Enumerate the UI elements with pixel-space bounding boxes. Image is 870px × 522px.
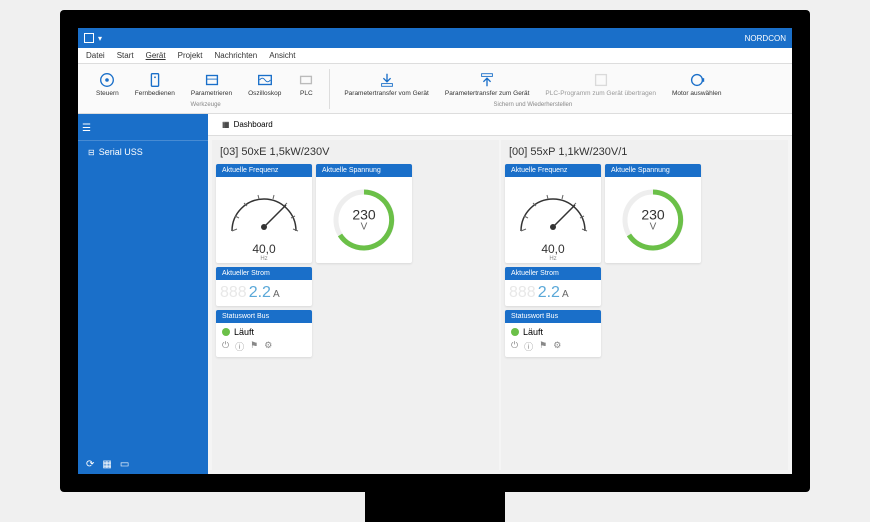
device-title: [03] 50xE 1,5kW/230V [216, 144, 495, 160]
widget-header: Aktuelle Spannung [316, 164, 412, 177]
widget-voltage: Aktuelle Spannung [316, 164, 412, 263]
ribbon-steuern[interactable]: Steuern [90, 69, 125, 100]
widget-header: Statuswort Bus [216, 310, 312, 323]
hamburger-icon: ☰ [82, 123, 91, 134]
app-icon [84, 33, 94, 43]
gauge-unit: Hz [220, 256, 308, 262]
status-icon-flag: ⚑ [539, 340, 547, 353]
sidebar-icon-2[interactable]: ▦ [102, 459, 111, 470]
sidebar-icon-1[interactable]: ⟳ [86, 459, 94, 470]
menu-ansicht[interactable]: Ansicht [269, 51, 295, 60]
menubar: Datei Start Gerät Projekt Nachrichten An… [78, 48, 792, 64]
ribbon-plc[interactable]: PLC [291, 69, 321, 100]
ribbon-group2-label: Sichern und Wiederherstellen [494, 102, 573, 108]
voltage-value: 230 [352, 208, 375, 222]
status-icon-gear: ⚙ [553, 340, 561, 353]
status-text: Läuft [523, 327, 543, 337]
widget-current: Aktueller Strom 8882.2A [216, 267, 312, 306]
tabbar: ▦ Dashboard [208, 114, 792, 136]
sidebar-icon-3[interactable]: ▭ [120, 459, 129, 470]
voltage-value: 230 [641, 208, 664, 222]
gauge-unit: Hz [509, 256, 597, 262]
ribbon-param-zum-geraet[interactable]: Parametertransfer zum Gerät [439, 69, 536, 100]
status-icon-power: ⏻ [511, 340, 518, 353]
status-icons: ⏻ ⓘ ⚑ ⚙ [511, 340, 595, 353]
menu-projekt[interactable]: Projekt [178, 51, 203, 60]
sidebar-bottom-icons: ⟳ ▦ ▭ [78, 455, 208, 474]
voltage-donut: 230 V [329, 185, 399, 255]
app-title: NORDCON [745, 34, 786, 43]
voltage-unit: V [352, 222, 375, 233]
dashboard-icon: ▦ [222, 120, 230, 129]
voltage-unit: V [641, 222, 664, 233]
ribbon: Steuern Fernbedienen Parametrieren [78, 64, 792, 114]
widget-frequency: Aktuelle Frequenz [505, 164, 601, 263]
device-title: [00] 55xP 1,1kW/230V/1 [505, 144, 784, 160]
ribbon-parametrieren[interactable]: Parametrieren [185, 69, 238, 100]
status-icon-info: ⓘ [235, 340, 244, 353]
gauge-value: 40,0 [220, 242, 308, 256]
ribbon-fernbedienen[interactable]: Fernbedienen [129, 69, 181, 100]
gauge-frequency: 40,0 Hz [220, 181, 308, 246]
ribbon-oszilloskop[interactable]: Oszilloskop [242, 69, 287, 100]
main-area: ☰ Serial USS ⟳ ▦ ▭ ▦ Dashb [78, 114, 792, 474]
tab-dashboard[interactable]: ▦ Dashboard [214, 116, 281, 133]
current-display: 8882.2A [216, 280, 312, 306]
voltage-donut: 230 V [618, 185, 688, 255]
status-icon-info: ⓘ [524, 340, 533, 353]
widget-current: Aktueller Strom 8882.2A [505, 267, 601, 306]
widget-header: Aktueller Strom [216, 267, 312, 280]
ribbon-divider [329, 69, 330, 109]
status-icon-power: ⏻ [222, 340, 229, 353]
status-dot-icon [511, 328, 519, 336]
menu-start[interactable]: Start [117, 51, 134, 60]
titlebar: ▾ NORDCON [78, 28, 792, 48]
sidebar: ☰ Serial USS ⟳ ▦ ▭ [78, 114, 208, 474]
monitor-bezel: ▾ NORDCON Datei Start Gerät Projekt Nach… [60, 10, 810, 492]
app-window: ▾ NORDCON Datei Start Gerät Projekt Nach… [78, 28, 792, 474]
menu-geraet[interactable]: Gerät [146, 51, 166, 60]
widget-header: Aktuelle Frequenz [505, 164, 601, 177]
menu-datei[interactable]: Datei [86, 51, 105, 60]
monitor-frame: ▾ NORDCON Datei Start Gerät Projekt Nach… [0, 0, 870, 522]
gauge-frequency: 40,0 Hz [509, 181, 597, 246]
status-icon-flag: ⚑ [250, 340, 258, 353]
widget-header: Aktuelle Spannung [605, 164, 701, 177]
widget-voltage: Aktuelle Spannung [605, 164, 701, 263]
ribbon-group1-label: Werkzeuge [191, 102, 221, 108]
ribbon-plc-programm[interactable]: PLC-Programm zum Gerät übertragen [539, 69, 662, 100]
sidebar-item-label: Serial USS [99, 147, 143, 157]
current-display: 8882.2A [505, 280, 601, 306]
widget-header: Aktueller Strom [505, 267, 601, 280]
widget-status: Statuswort Bus Läuft ⏻ ⓘ [216, 310, 312, 357]
widget-header: Aktuelle Frequenz [216, 164, 312, 177]
status-text: Läuft [234, 327, 254, 337]
menu-nachrichten[interactable]: Nachrichten [215, 51, 258, 60]
titlebar-icon-save[interactable]: ▾ [98, 34, 102, 43]
widget-status: Statuswort Bus Läuft ⏻ ⓘ [505, 310, 601, 357]
status-dot-icon [222, 328, 230, 336]
ribbon-param-vom-geraet[interactable]: Parametertransfer vom Gerät [338, 69, 435, 100]
widget-frequency: Aktuelle Frequenz [216, 164, 312, 263]
sidebar-toggle[interactable]: ☰ [78, 114, 208, 141]
monitor-stand [365, 492, 505, 522]
device-panel-0: [03] 50xE 1,5kW/230V Aktuelle Frequenz [212, 140, 499, 470]
ribbon-motor-auswaehlen[interactable]: Motor auswählen [666, 69, 728, 100]
sidebar-item-serial-uss[interactable]: Serial USS [78, 141, 208, 163]
status-icon-gear: ⚙ [264, 340, 272, 353]
status-icons: ⏻ ⓘ ⚑ ⚙ [222, 340, 306, 353]
content-area: ▦ Dashboard [03] 50xE 1,5kW/230V Aktuell… [208, 114, 792, 474]
device-panel-1: [00] 55xP 1,1kW/230V/1 Aktuelle Frequenz [501, 140, 788, 470]
dashboard: [03] 50xE 1,5kW/230V Aktuelle Frequenz [208, 136, 792, 474]
widget-header: Statuswort Bus [505, 310, 601, 323]
gauge-value: 40,0 [509, 242, 597, 256]
